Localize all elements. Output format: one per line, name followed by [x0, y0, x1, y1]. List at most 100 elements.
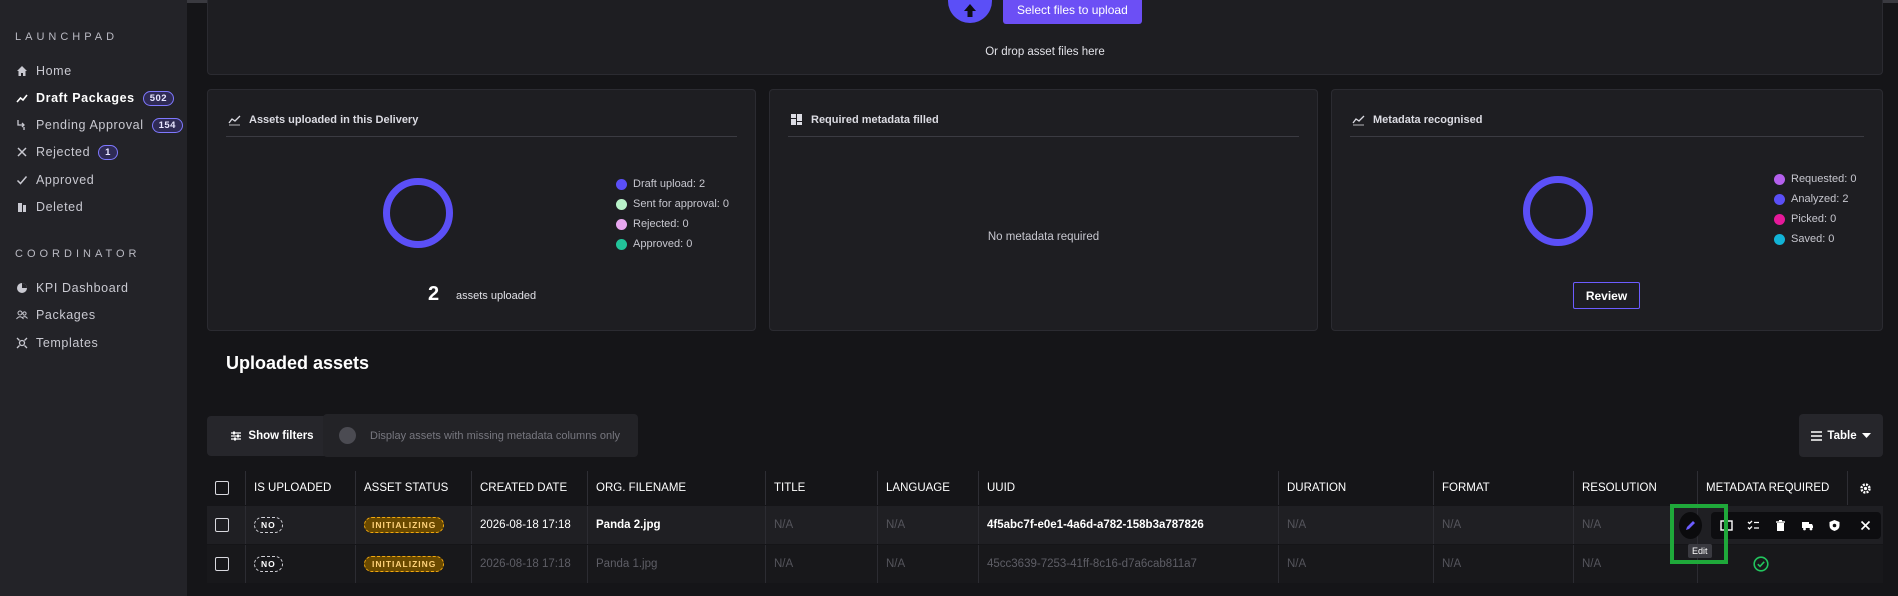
- legend-dot: [1774, 213, 1785, 225]
- edit-tooltip: Edit: [1688, 544, 1712, 558]
- legend-dot: [1774, 233, 1785, 245]
- assets-uploaded-card: Assets uploaded in this Delivery Draft u…: [207, 89, 756, 331]
- sidebar-item-packages[interactable]: Packages: [16, 305, 96, 325]
- sidebar-item-rejected[interactable]: Rejected 1: [16, 142, 118, 162]
- close-actions-button[interactable]: [1852, 513, 1878, 539]
- trash-icon: [18, 203, 26, 212]
- legend-item: Sent for approval: 0: [616, 194, 729, 214]
- sidebar-item-label: Templates: [36, 336, 99, 350]
- upload-dropzone[interactable]: Select files to upload Or drop asset fil…: [207, 0, 1883, 75]
- check-circle-icon: [1753, 556, 1769, 572]
- legend-dot: [1774, 193, 1785, 205]
- checklist-button[interactable]: [1740, 513, 1766, 539]
- legend-label: Draft upload: 2: [633, 178, 706, 190]
- row-checkbox[interactable]: [215, 557, 229, 571]
- truck-icon: [1801, 522, 1813, 531]
- legend-label: Rejected: 0: [633, 218, 689, 230]
- sidebar-section-title: LAUNCHPAD: [15, 31, 119, 43]
- trending-icon: [16, 94, 28, 103]
- delete-button[interactable]: [1767, 513, 1793, 539]
- row-checkbox[interactable]: [215, 518, 229, 532]
- assets-donut-chart: [383, 178, 453, 248]
- gear-icon[interactable]: [1859, 482, 1872, 495]
- status-badge: INITIALIZING: [364, 517, 445, 533]
- legend-dot: [616, 238, 627, 250]
- filename-cell: Panda 2.jpg: [587, 506, 765, 544]
- created-date-cell: 2026-08-18 17:18: [471, 545, 587, 583]
- sidebar-item-label: Packages: [36, 308, 96, 322]
- chart-pie-icon: [17, 283, 27, 293]
- select-cell: [207, 506, 245, 544]
- sidebar-item-label: Home: [36, 64, 72, 78]
- is-uploaded-cell: NO: [245, 506, 355, 544]
- sidebar-item-templates[interactable]: Templates: [16, 333, 98, 353]
- check-icon: [16, 176, 28, 185]
- sidebar-item-draft-packages[interactable]: Draft Packages 502: [16, 88, 175, 108]
- duration-cell: N/A: [1278, 506, 1433, 544]
- card-title-text: Metadata recognised: [1373, 113, 1483, 126]
- uuid-cell: 45cc3639-7253-41ff-8c16-d7a6cab811a7: [978, 545, 1278, 583]
- packages-icon: [16, 310, 28, 320]
- chevron-down-icon: [1861, 432, 1871, 438]
- status-cell: INITIALIZING: [355, 506, 471, 544]
- column-header[interactable]: ASSET STATUS: [355, 471, 471, 505]
- app-window: LAUNCHPAD Home Draft Packages 502 Pendin…: [0, 0, 1898, 596]
- shield-icon: [1829, 520, 1839, 531]
- table-row[interactable]: NO INITIALIZING 2026-08-18 17:18 Panda 1…: [207, 545, 1883, 583]
- section-title: Uploaded assets: [226, 353, 370, 373]
- column-header[interactable]: IS UPLOADED: [245, 471, 355, 505]
- sidebar-section-title: COORDINATOR: [15, 248, 141, 260]
- column-header[interactable]: LANGUAGE: [877, 471, 978, 505]
- column-header[interactable]: METADATA REQUIRED: [1697, 471, 1847, 505]
- home-icon: [17, 66, 27, 76]
- show-filters-button[interactable]: Show filters: [207, 416, 337, 456]
- uploaded-badge: NO: [254, 517, 283, 533]
- empty-state-text: No metadata required: [987, 231, 1100, 243]
- duration-cell: N/A: [1278, 545, 1433, 583]
- uuid-cell: 4f5abc7f-e0e1-4a6d-a782-158b3a787826: [978, 506, 1278, 544]
- format-cell: N/A: [1433, 506, 1573, 544]
- show-filters-label: Show filters: [248, 430, 314, 442]
- card-title-text: Assets uploaded in this Delivery: [249, 113, 419, 126]
- select-files-button[interactable]: Select files to upload: [1003, 0, 1142, 24]
- column-header[interactable]: UUID: [978, 471, 1278, 505]
- legend-item: Approved: 0: [616, 234, 729, 254]
- sidebar-item-label: Pending Approval: [36, 118, 144, 132]
- table-settings-cell[interactable]: [1847, 471, 1883, 505]
- status-cell: INITIALIZING: [355, 545, 471, 583]
- trending-icon: [1352, 115, 1365, 126]
- sidebar-item-kpi-dashboard[interactable]: KPI Dashboard: [16, 278, 129, 298]
- toggle-switch[interactable]: [339, 427, 356, 444]
- column-header[interactable]: FORMAT: [1433, 471, 1573, 505]
- column-header[interactable]: RESOLUTION: [1573, 471, 1697, 505]
- column-header[interactable]: CREATED DATE: [471, 471, 587, 505]
- review-button[interactable]: Review: [1573, 282, 1640, 309]
- sidebar: LAUNCHPAD Home Draft Packages 502 Pendin…: [0, 0, 187, 596]
- card-title-text: Required metadata filled: [811, 113, 939, 126]
- legend-label: Sent for approval: 0: [633, 198, 730, 210]
- assets-count: 2: [428, 283, 440, 305]
- column-header[interactable]: ORG. FILENAME: [587, 471, 765, 505]
- table-row[interactable]: NO INITIALIZING 2026-08-18 17:18 Panda 2…: [207, 506, 1883, 544]
- view-mode-dropdown[interactable]: Table: [1799, 414, 1883, 457]
- move-button[interactable]: [1794, 513, 1820, 539]
- trash-icon: [1775, 520, 1785, 531]
- missing-metadata-toggle[interactable]: Display assets with missing metadata col…: [323, 414, 638, 457]
- sidebar-item-pending-approval[interactable]: Pending Approval 154: [16, 115, 183, 135]
- sidebar-item-home[interactable]: Home: [16, 61, 72, 81]
- status-badge: INITIALIZING: [364, 556, 445, 572]
- legend-item: Requested: 0: [1774, 169, 1856, 189]
- card-title: Required metadata filled: [790, 113, 939, 126]
- drop-hint: Or drop asset files here: [985, 46, 1105, 58]
- protect-button[interactable]: [1821, 513, 1847, 539]
- legend-item: Picked: 0: [1774, 209, 1856, 229]
- legend-item: Rejected: 0: [616, 214, 729, 234]
- legend-label: Requested: 0: [1791, 173, 1857, 185]
- column-header[interactable]: TITLE: [765, 471, 877, 505]
- sidebar-item-deleted[interactable]: Deleted: [16, 197, 83, 217]
- select-all-checkbox[interactable]: [215, 481, 229, 495]
- legend-item: Draft upload: 2: [616, 174, 729, 194]
- column-header[interactable]: DURATION: [1278, 471, 1433, 505]
- sidebar-item-approved[interactable]: Approved: [16, 170, 94, 190]
- count-badge: 1: [98, 144, 118, 160]
